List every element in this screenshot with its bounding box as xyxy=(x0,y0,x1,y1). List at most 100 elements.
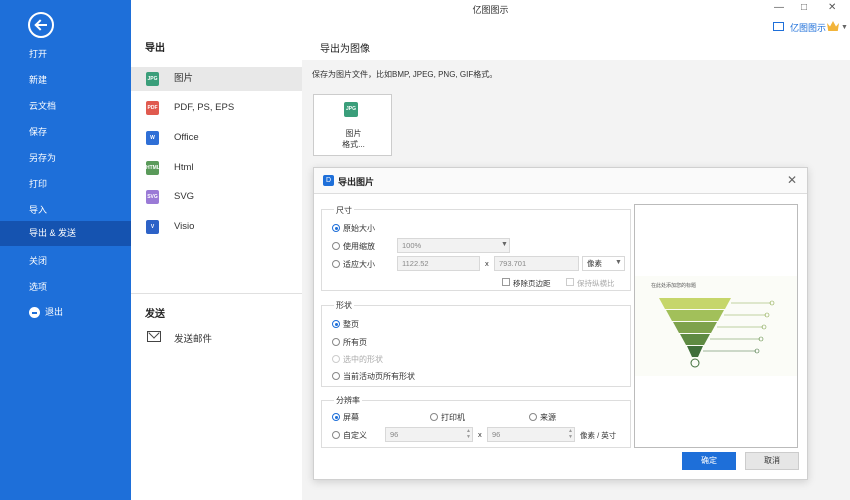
preview-title: 在此处添加您的标题 xyxy=(651,282,696,289)
sidebar-item-save[interactable]: 保存 xyxy=(0,119,131,145)
format-item-html[interactable]: HTML Html xyxy=(131,156,302,180)
page-title: 导出为图像 xyxy=(320,44,370,55)
card-label: 图片 格式... xyxy=(342,129,365,149)
brand-account-link[interactable]: 亿图图示 xyxy=(790,21,826,34)
export-heading: 导出 xyxy=(145,43,165,54)
cancel-button[interactable]: 取消 xyxy=(745,452,799,470)
app-logo-icon: D xyxy=(323,175,334,186)
whole-page-label: 整页 xyxy=(343,320,359,329)
all-pages-radio[interactable] xyxy=(332,338,340,346)
minimize-icon[interactable]: — xyxy=(774,2,784,13)
use-scale-radio[interactable] xyxy=(332,242,340,250)
close-window-icon[interactable]: ✕ xyxy=(828,2,836,13)
remove-margin-checkbox[interactable] xyxy=(502,278,510,286)
back-arrow-icon[interactable] xyxy=(28,12,54,38)
format-item-svg[interactable]: SVG SVG xyxy=(131,185,302,209)
preview-canvas xyxy=(635,276,797,376)
format-item-image[interactable]: JPG 图片 xyxy=(131,67,302,91)
whole-page-radio[interactable] xyxy=(332,320,340,328)
brand-box-icon xyxy=(773,22,784,31)
close-icon[interactable]: ✕ xyxy=(787,173,797,187)
pdf-file-icon: PDF xyxy=(146,101,159,115)
dpi-y-field[interactable]: 96 xyxy=(487,427,575,442)
original-size-radio[interactable] xyxy=(332,224,340,232)
width-field[interactable]: 1122.52 xyxy=(397,256,480,271)
format-label: Visio xyxy=(174,221,195,232)
format-label: Office xyxy=(174,132,199,143)
dpi-x-field[interactable]: 96 xyxy=(385,427,473,442)
sidebar-item-export-send[interactable]: 导出 & 发送 xyxy=(0,221,131,246)
chevron-down-icon: ▼ xyxy=(615,259,622,266)
word-file-icon: W xyxy=(146,131,159,145)
screen-label: 屏幕 xyxy=(343,413,359,422)
image-format-card[interactable]: JPG 图片 格式... xyxy=(313,94,392,156)
format-item-office[interactable]: W Office xyxy=(131,126,302,150)
dialog-titlebar: D 导出图片 ✕ xyxy=(314,168,807,194)
format-item-pdf[interactable]: PDF PDF, PS, EPS xyxy=(131,96,302,120)
ok-button[interactable]: 确定 xyxy=(682,452,736,470)
fit-size-radio[interactable] xyxy=(332,260,340,268)
keep-ratio-label: 保持纵横比 xyxy=(577,279,615,288)
printer-label: 打印机 xyxy=(441,413,465,422)
sidebar-item-print[interactable]: 打印 xyxy=(0,171,131,197)
resolution-group-label: 分辨率 xyxy=(334,395,362,406)
spinner-icon[interactable]: ▲ ▼ xyxy=(568,428,573,440)
use-scale-label: 使用缩放 xyxy=(343,242,375,251)
send-heading: 发送 xyxy=(145,309,165,320)
format-label: SVG xyxy=(174,191,195,202)
chevron-down-icon[interactable]: ▼ xyxy=(841,24,848,31)
image-preview: 在此处添加您的标题 xyxy=(634,204,798,448)
left-sidebar: 打开 新建 云文档 保存 另存为 打印 导入 导出 & 发送 关闭 选项 退出 xyxy=(0,0,131,500)
times-label: x xyxy=(478,430,482,439)
format-label: PDF, PS, EPS xyxy=(174,102,235,113)
fit-size-label: 适应大小 xyxy=(343,260,375,269)
shape-group-label: 形状 xyxy=(334,300,354,311)
scale-dropdown[interactable]: 100% xyxy=(397,238,510,253)
funnel-layer xyxy=(666,310,724,321)
custom-radio[interactable] xyxy=(332,431,340,439)
sidebar-item-save-as[interactable]: 另存为 xyxy=(0,145,131,171)
source-radio[interactable] xyxy=(529,413,537,421)
jpg-file-icon: JPG xyxy=(344,102,358,117)
jpg-file-icon: JPG xyxy=(146,72,159,86)
screen-radio[interactable] xyxy=(332,413,340,421)
sidebar-item-cloud-docs[interactable]: 云文档 xyxy=(0,93,131,119)
chevron-down-icon: ▼ xyxy=(501,241,508,248)
current-page-shapes-label: 当前活动页所有形状 xyxy=(343,372,415,381)
sidebar-item-options[interactable]: 选项 xyxy=(0,274,131,300)
sidebar-item-new[interactable]: 新建 xyxy=(0,67,131,93)
remove-margin-label: 移除页边距 xyxy=(513,279,551,288)
sidebar-item-import[interactable]: 导入 xyxy=(0,197,131,223)
funnel-layer xyxy=(659,298,731,309)
size-group-label: 尺寸 xyxy=(334,205,354,216)
maximize-icon[interactable]: □ xyxy=(801,2,807,13)
printer-radio[interactable] xyxy=(430,413,438,421)
dialog-title: 导出图片 xyxy=(338,177,375,187)
original-size-label: 原始大小 xyxy=(343,224,375,233)
format-label: 图片 xyxy=(174,73,194,84)
crown-icon xyxy=(827,21,839,31)
html-file-icon: HTML xyxy=(146,161,160,175)
svg-file-icon: SVG xyxy=(146,190,159,204)
custom-label: 自定义 xyxy=(343,431,367,440)
sidebar-item-open[interactable]: 打开 xyxy=(0,41,131,67)
all-pages-label: 所有页 xyxy=(343,338,367,347)
spinner-icon[interactable]: ▲ ▼ xyxy=(466,428,471,440)
current-page-shapes-radio[interactable] xyxy=(332,372,340,380)
send-email-item[interactable]: 发送邮件 xyxy=(174,331,212,345)
selected-shapes-radio[interactable] xyxy=(332,355,340,363)
window-title: 亿图图示 xyxy=(472,5,509,15)
source-label: 来源 xyxy=(540,413,556,422)
keep-ratio-checkbox[interactable] xyxy=(566,278,574,286)
times-label: x xyxy=(485,259,489,268)
divider xyxy=(131,293,302,294)
sidebar-item-close[interactable]: 关闭 xyxy=(0,248,131,274)
format-item-visio[interactable]: V Visio xyxy=(131,215,302,239)
height-field[interactable]: 793.701 xyxy=(494,256,579,271)
sidebar-item-exit[interactable]: 退出 xyxy=(0,299,131,325)
export-description: 保存为图片文件，比如BMP, JPEG, PNG, GIF格式。 xyxy=(312,70,498,79)
export-image-dialog: D 导出图片 ✕ 尺寸 原始大小 使用缩放 100% ▼ 适应大小 1122.5… xyxy=(313,167,808,480)
format-label: Html xyxy=(174,162,194,173)
mail-icon xyxy=(147,331,161,342)
funnel-layer xyxy=(673,322,717,333)
